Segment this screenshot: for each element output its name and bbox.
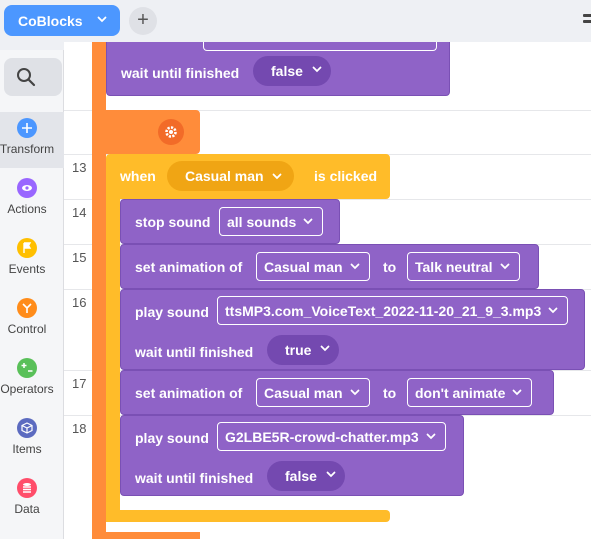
category-label: Actions xyxy=(7,202,47,216)
event-block-foot xyxy=(106,510,390,522)
app-root: CoBlocks + Transform Actions Events Cont… xyxy=(0,0,591,539)
set-animation-label: set animation of xyxy=(135,385,243,401)
chevron-down-icon xyxy=(350,263,359,270)
wait-value-dropdown[interactable]: true xyxy=(267,335,340,365)
wait-value-dropdown[interactable]: false xyxy=(267,461,345,491)
line-number: 13 xyxy=(72,160,87,175)
eye-icon xyxy=(17,178,37,198)
wait-value: false xyxy=(271,63,303,79)
stop-sound-block[interactable]: stop sound all sounds xyxy=(120,199,340,244)
animation-value-dropdown[interactable]: Talk neutral xyxy=(407,252,520,281)
chevron-down-icon xyxy=(500,263,509,270)
wait-value: true xyxy=(285,342,312,358)
play-sound-block-previous[interactable]: wait until finished false xyxy=(106,42,450,96)
set-animation-block[interactable]: set animation of Casual man to don't ani… xyxy=(120,370,554,415)
wait-until-finished-label: wait until finished xyxy=(135,344,254,360)
flag-icon xyxy=(17,238,37,258)
search-icon xyxy=(17,68,36,87)
wait-until-finished-label: wait until finished xyxy=(121,65,240,81)
set-animation-block[interactable]: set animation of Casual man to Talk neut… xyxy=(120,244,539,289)
chevron-down-icon xyxy=(426,433,436,440)
animation-value: don't animate xyxy=(415,384,506,401)
line-number: 18 xyxy=(72,421,87,436)
cube-icon xyxy=(17,418,37,438)
stop-sound-dropdown[interactable]: all sounds xyxy=(219,207,324,236)
category-control[interactable]: Control xyxy=(0,292,64,348)
project-name: CoBlocks xyxy=(18,12,83,29)
set-animation-label: set animation of xyxy=(135,259,243,275)
when-clicked-event-block[interactable]: when Casual man is clicked xyxy=(106,154,390,199)
to-label: to xyxy=(383,259,397,275)
stop-sound-label: stop sound xyxy=(135,214,211,230)
menu-icon[interactable] xyxy=(583,14,591,28)
animation-target: Casual man xyxy=(264,258,343,275)
category-events[interactable]: Events xyxy=(0,232,64,288)
sound-dropdown[interactable]: ttsMP3.com_VoiceText_2022-11-20_21_9_3.m… xyxy=(217,296,569,325)
stop-sound-value: all sounds xyxy=(227,213,297,230)
sound-value: ttsMP3.com_VoiceText_2022-11-20_21_9_3.m… xyxy=(225,302,542,319)
when-label: when xyxy=(120,168,156,184)
project-menu-button[interactable]: CoBlocks xyxy=(4,5,120,36)
code-workspace[interactable]: 13 14 15 16 17 18 wait until finished fa… xyxy=(64,42,591,539)
category-label: Events xyxy=(8,262,46,276)
sound-dropdown-cut[interactable] xyxy=(203,42,437,51)
line-number: 14 xyxy=(72,205,87,220)
event-block-rail xyxy=(106,192,120,522)
chevron-down-icon xyxy=(97,16,107,23)
branch-icon xyxy=(17,298,37,318)
gear-button[interactable] xyxy=(158,119,184,145)
play-sound-label: play sound xyxy=(135,430,209,446)
chevron-down-icon xyxy=(272,173,281,180)
control-gear-pad xyxy=(92,110,200,154)
database-icon xyxy=(17,478,37,498)
sound-dropdown[interactable]: G2LBE5R-crowd-chatter.mp3 xyxy=(217,422,446,451)
top-bar: CoBlocks + xyxy=(0,0,591,42)
wait-until-finished-label: wait until finished xyxy=(135,470,254,486)
play-sound-block[interactable]: play sound G2LBE5R-crowd-chatter.mp3 wai… xyxy=(120,415,464,496)
category-transform[interactable]: Transform xyxy=(0,112,64,168)
category-sidebar: Transform Actions Events Control Operato… xyxy=(0,50,64,539)
wait-value: false xyxy=(285,468,317,484)
chevron-down-icon xyxy=(321,345,330,352)
line-number: 15 xyxy=(72,250,87,265)
control-block-foot xyxy=(92,532,200,539)
chevron-down-icon xyxy=(350,389,359,396)
animation-target: Casual man xyxy=(264,384,343,401)
chevron-down-icon xyxy=(513,389,522,396)
category-items[interactable]: Items xyxy=(0,412,64,468)
event-target-dropdown[interactable]: Casual man xyxy=(167,161,294,191)
line-number: 16 xyxy=(72,295,87,310)
wait-value-dropdown[interactable]: false xyxy=(253,56,331,86)
play-sound-block[interactable]: play sound ttsMP3.com_VoiceText_2022-11-… xyxy=(120,289,585,370)
is-clicked-label: is clicked xyxy=(314,168,378,184)
chevron-down-icon xyxy=(303,218,313,225)
category-actions[interactable]: Actions xyxy=(0,172,64,228)
category-label: Data xyxy=(14,502,40,516)
animation-target-dropdown[interactable]: Casual man xyxy=(256,252,370,281)
plus-minus-icon xyxy=(17,358,37,378)
event-target: Casual man xyxy=(185,168,264,184)
play-sound-label: play sound xyxy=(135,304,209,320)
animation-value-dropdown[interactable]: don't animate xyxy=(407,378,533,407)
search-button[interactable] xyxy=(4,58,62,96)
chevron-down-icon xyxy=(326,471,336,478)
add-label: + xyxy=(137,9,149,31)
category-data[interactable]: Data xyxy=(0,472,64,528)
category-operators[interactable]: Operators xyxy=(0,352,64,408)
add-project-button[interactable]: + xyxy=(129,7,157,35)
line-number: 17 xyxy=(72,376,87,391)
chevron-down-icon xyxy=(312,66,322,73)
category-label: Control xyxy=(7,322,47,336)
animation-target-dropdown[interactable]: Casual man xyxy=(256,378,370,407)
category-label: Items xyxy=(12,442,42,456)
category-label: Transform xyxy=(0,142,55,156)
chevron-down-icon xyxy=(548,307,558,314)
to-label: to xyxy=(383,385,397,401)
move-icon xyxy=(17,118,37,138)
sound-value: G2LBE5R-crowd-chatter.mp3 xyxy=(225,428,419,445)
category-label: Operators xyxy=(0,382,54,396)
gear-icon xyxy=(165,126,177,138)
animation-value: Talk neutral xyxy=(415,258,493,275)
